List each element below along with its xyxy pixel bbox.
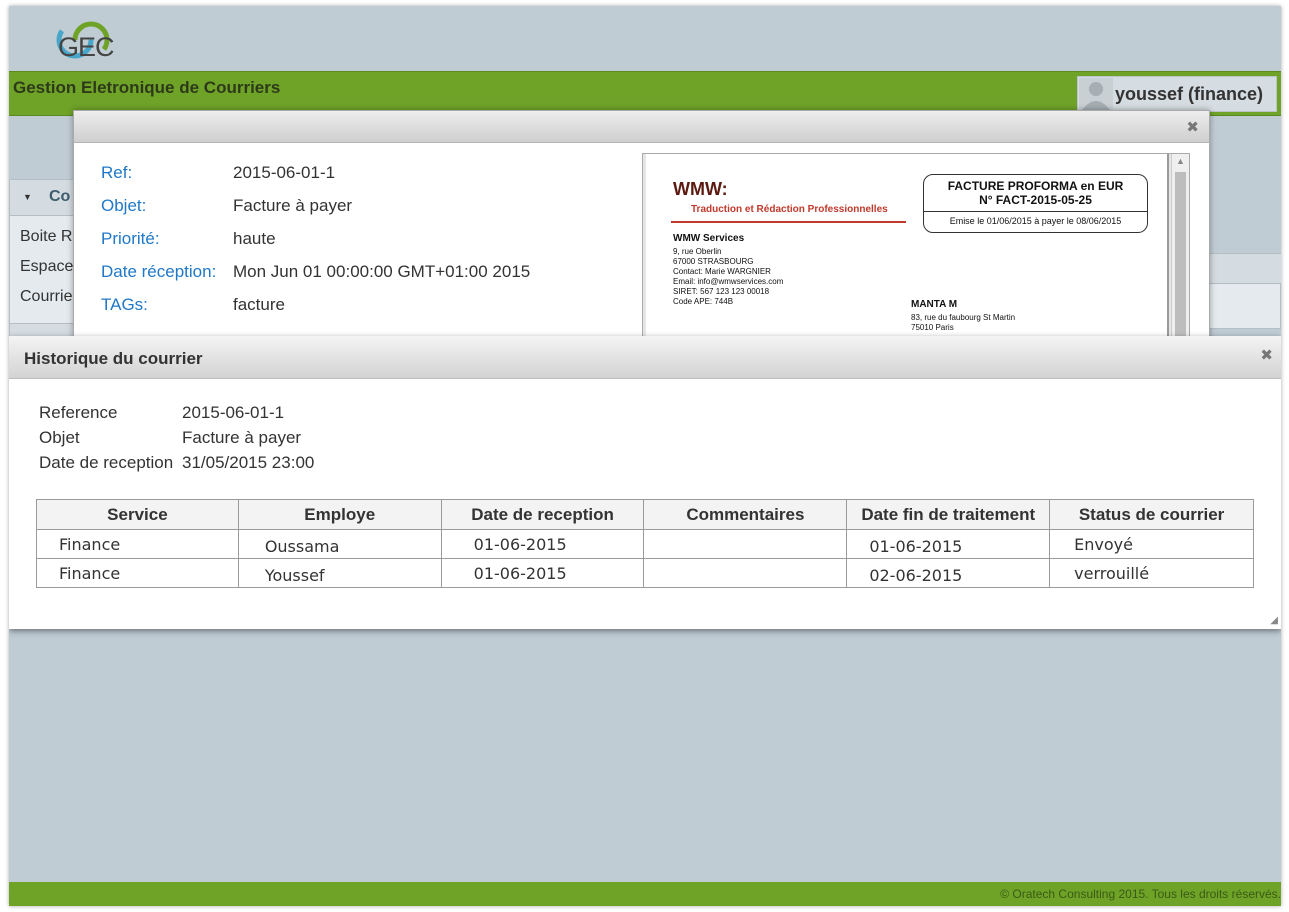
courrier-detail-dialog: ✖ Ref: 2015-06-01-1 Objet: Facture à pay… [73,110,1210,353]
close-icon[interactable]: ✖ [1260,346,1273,364]
priorite-value: haute [233,229,276,248]
dialog-title: Historique du courrier [24,349,203,368]
recipient-line: 75010 Paris [911,323,954,332]
table-header-row: Service Employe Date de reception Commen… [36,499,1254,530]
sender-line: 67000 STRASBOURG [673,257,754,266]
document-viewer[interactable]: WMW: Traduction et Rédaction Professionn… [642,153,1190,353]
sender-line: Email: info@wmwservices.com [673,277,784,286]
date-reception-value: 31/05/2015 23:00 [182,453,315,472]
scrollbar-thumb[interactable] [1175,172,1186,352]
table-cell: Finance [36,529,239,559]
column-header[interactable]: Commentaires [643,499,848,530]
invoice-number: N° FACT-2015-05-25 [979,193,1092,207]
doc-divider [671,221,906,223]
column-header[interactable]: Date de reception [440,499,645,530]
sender-line: SIRET: 567 123 123 00018 [673,287,770,296]
dialog-header: ✖ [74,111,1209,143]
table-cell: 02-06-2015 [846,558,1051,588]
close-icon[interactable]: ✖ [1186,118,1199,136]
table-row[interactable]: Finance Oussama 01-06-2015 01-06-2015 En… [36,529,1254,559]
date-reception-label: Date de reception [39,453,174,472]
invoice-dates: Emise le 01/06/2015 à payer le 08/06/201… [949,216,1122,226]
avatar [1079,78,1113,110]
tags-value: facture [233,295,285,314]
document-scrollbar[interactable]: ▲ [1171,154,1189,352]
ref-value: 2015-06-01-1 [233,163,336,182]
dialog-header: Historique du courrier ✖ [9,336,1281,379]
background-panel [1208,253,1281,329]
app-window: GEC Gestion Eletronique de Courriers you… [9,6,1281,906]
sidebar-section-header[interactable]: ▼ Co [10,180,80,216]
invoice-title: FACTURE PROFORMA en EUR [947,179,1124,193]
sidebar-item-boite[interactable]: Boite R [20,228,72,246]
sidebar: ▼ Co Boite R Espace Courrie [9,179,80,343]
table-cell: 01-06-2015 [846,529,1051,559]
table-cell: Youssef [237,558,442,588]
footer-bar: © Oratech Consulting 2015. Tous les droi… [9,882,1281,906]
app-title: Gestion Eletronique de Courriers [13,78,281,97]
reference-value: 2015-06-01-1 [182,403,285,422]
user-name: youssef (finance) [1115,84,1264,104]
reference-label: Reference [39,403,118,422]
scroll-up-arrow-icon[interactable]: ▲ [1176,156,1185,166]
document-page: WMW: Traduction et Rédaction Professionn… [646,154,1169,352]
sender-name: WMW Services [673,233,745,244]
doc-brand: WMW: [673,179,728,199]
recipient-line: 83, rue du faubourg St Martin [911,313,1016,322]
table-cell: 01-06-2015 [440,529,645,559]
column-header[interactable]: Date fin de traitement [846,499,1051,530]
sender-line: Contact: Marie WARGNIER [673,267,771,276]
history-dialog: Historique du courrier ✖ Reference 2015-… [9,336,1281,629]
collapse-triangle-icon: ▼ [23,192,32,202]
sender-line: Code APE: 744B [673,297,734,306]
table-cell: Oussama [237,529,442,559]
user-silhouette-icon [1082,82,1110,110]
recipient-name: MANTA M [911,299,958,310]
objet-value: Facture à payer [233,196,353,215]
priorite-label: Priorité: [101,229,160,248]
resize-handle-icon[interactable]: ◢ [1270,615,1278,626]
invoice-box-divider [924,211,1147,212]
table-cell [643,558,848,588]
date-reception-label: Date réception: [101,262,217,281]
date-reception-value: Mon Jun 01 00:00:00 GMT+01:00 2015 [233,262,531,281]
sender-line: 9, rue Oberlin [673,247,722,256]
doc-tagline: Traduction et Rédaction Professionnelles [691,204,888,215]
sidebar-item-espace[interactable]: Espace [20,258,73,276]
table-row[interactable]: Finance Youssef 01-06-2015 02-06-2015 ve… [36,558,1254,588]
table-cell: verrouillé [1049,558,1254,588]
objet-value: Facture à payer [182,428,302,447]
invoice-box: FACTURE PROFORMA en EUR N° FACT-2015-05-… [923,174,1148,233]
tags-label: TAGs: [101,295,148,314]
table-cell: 01-06-2015 [440,558,645,588]
copyright-text: © Oratech Consulting 2015. Tous les droi… [1000,887,1281,901]
table-cell: Envoyé [1049,529,1254,559]
column-header[interactable]: Employe [237,499,442,530]
ref-label: Ref: [101,163,133,182]
history-table: Service Employe Date de reception Commen… [36,499,1254,588]
objet-label: Objet [39,428,80,447]
user-menu[interactable]: youssef (finance) [1077,76,1277,112]
sidebar-section-label: Co [49,188,71,205]
gec-logo: GEC [55,14,115,70]
objet-label: Objet: [101,196,147,215]
sidebar-item-courrier[interactable]: Courrie [20,288,72,306]
logo-text: GEC [58,32,115,62]
table-cell: Finance [36,558,239,588]
table-cell [643,529,848,559]
column-header[interactable]: Service [36,499,239,530]
background-panel-header [1209,254,1281,284]
column-header[interactable]: Status de courrier [1049,499,1254,530]
